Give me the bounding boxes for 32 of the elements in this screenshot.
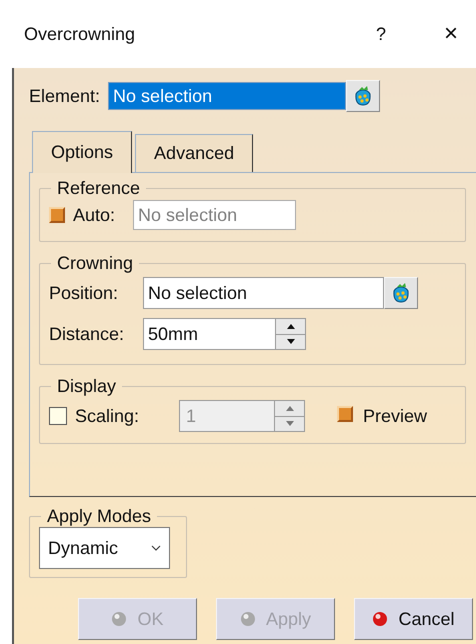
help-button[interactable]: ? — [376, 20, 386, 48]
auto-label: Auto: — [73, 204, 116, 226]
apply-mode-dropdown[interactable]: Dynamic — [39, 527, 170, 569]
select-button[interactable] — [346, 80, 380, 112]
position-label: Position: — [49, 282, 120, 304]
group-title: Display — [56, 375, 118, 397]
preview-label: Preview — [363, 404, 428, 428]
ball-icon — [372, 611, 388, 627]
checkbox[interactable] — [49, 407, 67, 425]
scaling-label: Scaling: — [75, 404, 140, 428]
group-title: Apply Modes — [46, 505, 152, 527]
dialog-button[interactable]: Cancel — [354, 598, 473, 640]
position-field[interactable]: No selection — [143, 277, 384, 309]
element-label: Element: — [29, 84, 100, 108]
chevron-down-icon — [151, 545, 161, 551]
distance-label: Distance: — [49, 322, 126, 346]
up-arrow-icon — [286, 406, 294, 411]
select-button[interactable] — [384, 277, 418, 309]
ball-icon — [111, 611, 128, 627]
up-arrow-icon — [286, 324, 294, 329]
distance-field[interactable]: 50mm — [143, 318, 306, 350]
group-title: Crowning — [56, 252, 134, 274]
element-field[interactable]: No selection — [108, 82, 346, 110]
down-arrow-icon — [286, 339, 294, 344]
ball-icon — [240, 611, 256, 627]
tab[interactable]: Options — [32, 131, 132, 173]
tab[interactable]: Advanced — [135, 134, 254, 172]
window-title: Overcrowning — [24, 22, 136, 46]
group-title: Reference — [56, 177, 142, 199]
spin-buttons[interactable] — [275, 319, 305, 349]
down-arrow-icon — [286, 421, 294, 426]
close-button[interactable]: × — [444, 16, 458, 52]
